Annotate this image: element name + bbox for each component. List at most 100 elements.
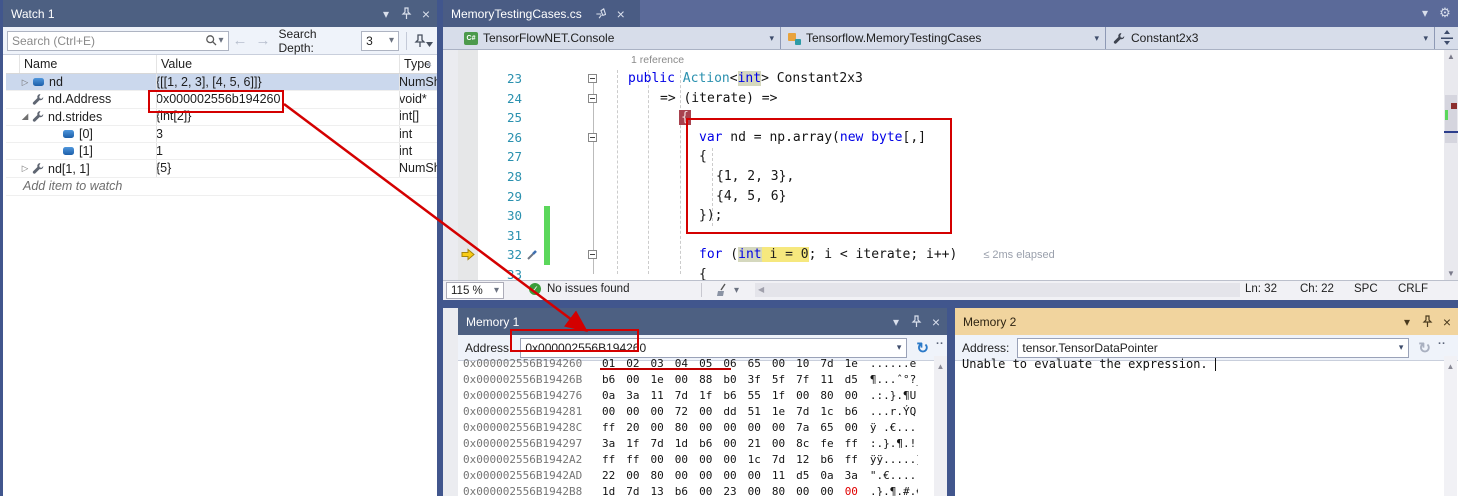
code-line[interactable]: 28{1, 2, 3}, bbox=[458, 167, 1444, 187]
watch-value[interactable]: {5} bbox=[156, 160, 393, 177]
toolbar-overflow-icon[interactable]: .. bbox=[1438, 335, 1446, 347]
pin-icon[interactable] bbox=[397, 5, 415, 23]
code-cleanup-button[interactable]: ▾ bbox=[715, 283, 739, 297]
zoom-level-combo[interactable]: 115 % ▾ bbox=[446, 282, 504, 299]
column-header-value[interactable]: Value bbox=[161, 57, 192, 71]
watch-titlebar[interactable]: Watch 1 ▾ × bbox=[3, 0, 437, 27]
tab-list-dropdown-icon[interactable]: ▾ bbox=[1416, 4, 1434, 22]
watch-value[interactable]: 3 bbox=[156, 126, 393, 143]
code-line[interactable]: 32for (int i = 0; i < iterate; i++)≤ 2ms… bbox=[458, 245, 1444, 265]
memory1-titlebar[interactable]: Memory 1 ▾ × bbox=[458, 308, 947, 335]
pin-icon[interactable] bbox=[1418, 313, 1436, 331]
tab-close-icon[interactable]: × bbox=[612, 5, 630, 23]
pin-icon[interactable] bbox=[907, 313, 925, 331]
scroll-up-icon[interactable]: ▲ bbox=[425, 59, 433, 68]
memory-row[interactable]: 0x000002556B1942760a 3a 11 7d 1f b6 55 1… bbox=[463, 388, 918, 404]
editor-horizontal-scrollbar[interactable]: ◀ bbox=[755, 283, 1240, 297]
code-line[interactable]: 25{ bbox=[458, 108, 1444, 128]
memory-bytes[interactable]: 3a 1f 7d 1d b6 00 21 00 8c fe ff bbox=[602, 437, 858, 450]
memory-panels-splitter[interactable] bbox=[947, 308, 955, 496]
forward-icon[interactable]: → bbox=[256, 32, 271, 49]
code-line[interactable]: 24=> (iterate) => bbox=[458, 89, 1444, 109]
memory2-address-input[interactable]: tensor.TensorDataPointer ▾ bbox=[1017, 338, 1409, 358]
add-watch-item-row[interactable]: Add item to watch bbox=[6, 178, 437, 196]
watch-column-headers[interactable]: Name Value Type bbox=[6, 55, 437, 74]
watch-row[interactable]: ◢nd.strides{int[2]}int[] bbox=[6, 109, 437, 126]
fold-collapse-icon[interactable] bbox=[588, 250, 597, 259]
watch-row[interactable]: nd.Address0x000002556b194260void* bbox=[6, 91, 437, 108]
fold-collapse-icon[interactable] bbox=[588, 94, 597, 103]
scroll-up-icon[interactable]: ▲ bbox=[1444, 52, 1458, 61]
search-icon[interactable] bbox=[205, 34, 218, 47]
memory-bytes[interactable]: 0a 3a 11 7d 1f b6 55 1f 00 80 00 bbox=[602, 389, 858, 402]
memory-row[interactable]: 0x000002556B19426Bb6 00 1e 00 88 b0 3f 5… bbox=[463, 372, 918, 388]
memory-row[interactable]: 0x000002556B19428Cff 20 00 80 00 00 00 0… bbox=[463, 420, 918, 436]
memory-bytes[interactable]: ff ff 00 00 00 00 1c 7d 12 b6 ff bbox=[602, 453, 858, 466]
memory1-hex-view[interactable]: 0x000002556B19426001 02 03 04 05 06 65 0… bbox=[463, 356, 918, 496]
code-line[interactable]: 29{4, 5, 6} bbox=[458, 187, 1444, 207]
refresh-icon[interactable]: ↻ bbox=[916, 339, 929, 357]
column-header-name[interactable]: Name bbox=[24, 57, 57, 71]
memory-row[interactable]: 0x000002556B19428100 00 00 72 00 dd 51 1… bbox=[463, 404, 918, 420]
search-options-icon[interactable]: ▾ bbox=[218, 35, 223, 46]
horizontal-splitter[interactable] bbox=[443, 300, 1458, 308]
expander-icon[interactable]: ▷ bbox=[20, 77, 30, 88]
memory-bytes[interactable]: ff 20 00 80 00 00 00 00 7a 65 00 bbox=[602, 421, 858, 434]
scroll-left-icon[interactable]: ◀ bbox=[758, 285, 764, 294]
watch-row[interactable]: ▷nd{[[1, 2, 3], [4, 5, 6]]}NumShar... bbox=[6, 74, 437, 91]
member-dropdown[interactable]: Constant2x3 ▾ bbox=[1106, 27, 1435, 49]
issues-indicator[interactable]: ✓ No issues found bbox=[529, 283, 629, 295]
memory2-titlebar[interactable]: Memory 2 ▾ × bbox=[955, 308, 1458, 335]
editor-vertical-scrollbar[interactable]: ▲ ▼ bbox=[1444, 50, 1458, 280]
close-icon[interactable]: × bbox=[417, 5, 435, 23]
codelens-references[interactable]: 1 reference bbox=[631, 54, 684, 66]
scroll-up-icon[interactable]: ▲ bbox=[937, 362, 945, 371]
memory-byte-changed[interactable]: 00 bbox=[845, 485, 858, 496]
memory-row[interactable]: 0x000002556B1942A2ff ff 00 00 00 00 1c 7… bbox=[463, 452, 918, 468]
memory-row[interactable]: 0x000002556B19426001 02 03 04 05 06 65 0… bbox=[463, 356, 918, 372]
back-icon[interactable]: ← bbox=[233, 32, 248, 49]
project-dropdown[interactable]: C# TensorFlowNET.Console ▾ bbox=[458, 27, 781, 49]
code-editor[interactable]: 1 reference 23public Action<int> Constan… bbox=[458, 50, 1444, 280]
memory-row[interactable]: 0x000002556B1942973a 1f 7d 1d b6 00 21 0… bbox=[463, 436, 918, 452]
class-dropdown[interactable]: Tensorflow.MemoryTestingCases ▾ bbox=[781, 27, 1106, 49]
tab-memorytestingcases[interactable]: MemoryTestingCases.cs × bbox=[443, 0, 640, 27]
close-icon[interactable]: × bbox=[927, 313, 945, 331]
window-menu-icon[interactable]: ▾ bbox=[887, 313, 905, 331]
fold-collapse-icon[interactable] bbox=[588, 133, 597, 142]
search-input[interactable]: Search (Ctrl+E) ▾ bbox=[7, 31, 229, 51]
memory2-scrollbar[interactable]: ▲ bbox=[1444, 356, 1457, 496]
watch-value[interactable]: {[[1, 2, 3], [4, 5, 6]]} bbox=[156, 74, 393, 91]
memory1-scrollbar[interactable]: ▲ bbox=[934, 356, 947, 496]
close-icon[interactable]: × bbox=[1438, 313, 1456, 331]
code-line[interactable]: 27{ bbox=[458, 147, 1444, 167]
scroll-up-icon[interactable]: ▲ bbox=[1447, 362, 1455, 371]
expander-icon[interactable]: ◢ bbox=[20, 111, 30, 122]
code-line[interactable]: 31 bbox=[458, 226, 1444, 246]
code-line[interactable]: 26var nd = np.array(new byte[,] bbox=[458, 128, 1444, 148]
window-menu-icon[interactable]: ▾ bbox=[377, 5, 395, 23]
watch-value[interactable]: {int[2]} bbox=[156, 108, 393, 125]
window-menu-icon[interactable]: ▾ bbox=[1398, 313, 1416, 331]
pin-to-source-icon[interactable] bbox=[414, 34, 433, 48]
toolbar-overflow-icon[interactable]: .. bbox=[936, 335, 944, 347]
gear-icon[interactable]: ⚙ bbox=[1436, 4, 1454, 22]
code-line[interactable]: 23public Action<int> Constant2x3 bbox=[458, 69, 1444, 89]
tab-pin-icon[interactable] bbox=[592, 5, 610, 23]
code-line[interactable]: 33{ bbox=[458, 265, 1444, 280]
editor-split-handle[interactable] bbox=[1439, 29, 1455, 48]
memory-bytes[interactable]: 22 00 80 00 00 00 00 11 d5 0a 3a bbox=[602, 469, 858, 482]
memory-bytes[interactable]: b6 00 1e 00 88 b0 3f 5f 7f 11 d5 bbox=[602, 373, 858, 386]
expander-icon[interactable]: ▷ bbox=[20, 163, 30, 174]
code-line[interactable]: 30}); bbox=[458, 206, 1444, 226]
watch-value[interactable]: 0x000002556b194260 bbox=[156, 91, 393, 108]
memory1-address-input[interactable]: 0x000002556B194260 ▾ bbox=[520, 338, 907, 358]
memory-bytes[interactable]: 1d 7d 13 b6 00 23 00 80 00 00 00 bbox=[602, 485, 858, 496]
scroll-down-icon[interactable]: ▼ bbox=[1444, 269, 1458, 278]
watch-row[interactable]: [0]3int bbox=[6, 126, 437, 143]
fold-collapse-icon[interactable] bbox=[588, 74, 597, 83]
memory-bytes[interactable]: 01 02 03 04 05 06 65 00 10 7d 1e bbox=[602, 357, 858, 370]
current-statement-arrow-icon[interactable] bbox=[460, 247, 476, 263]
watch-row[interactable]: [1]1int bbox=[6, 143, 437, 160]
watch-value[interactable]: 1 bbox=[156, 143, 393, 160]
